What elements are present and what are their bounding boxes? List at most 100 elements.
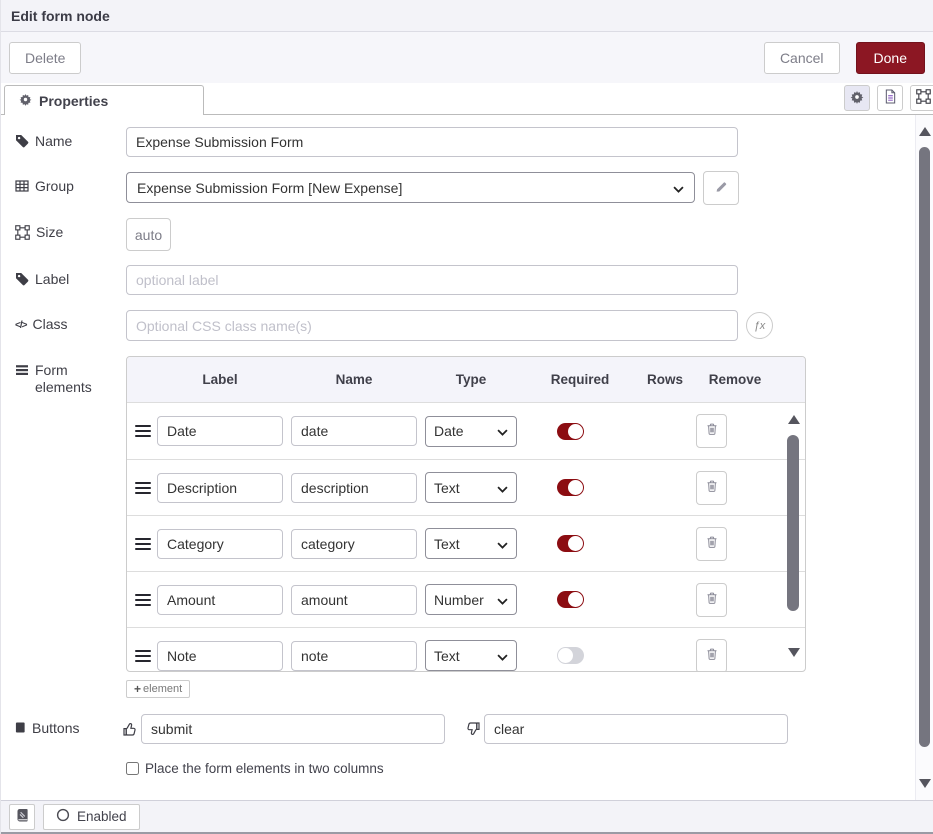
gear-icon [19,93,32,109]
book-icon [16,808,29,826]
edit-group-button[interactable] [703,171,739,205]
group-select-value: Expense Submission Form [New Expense] [137,180,673,196]
scrollbar-thumb[interactable] [919,147,930,747]
element-type-select[interactable]: Text [425,640,517,671]
submit-button-input[interactable] [141,714,445,744]
element-type-select[interactable]: Number [425,584,517,615]
node-description-button[interactable] [877,85,903,111]
remove-element-button[interactable] [696,583,727,617]
two-columns-checkbox[interactable] [126,762,139,775]
delete-button[interactable]: Delete [9,42,81,74]
chevron-down-icon [497,423,508,439]
chevron-down-icon [497,536,508,552]
drag-handle-icon[interactable] [135,594,151,606]
element-row: Text [127,515,805,571]
label-label: Label [35,271,69,288]
trash-icon [705,535,719,553]
fx-expression-button[interactable]: ƒx [746,312,773,339]
scroll-down-arrow[interactable] [788,648,800,657]
element-name-input[interactable] [291,416,417,446]
form-elements-label: Form elements [35,362,115,396]
chevron-down-icon [497,592,508,608]
gear-icon [850,90,864,107]
elements-table-scrollbar [786,409,801,665]
trash-icon [705,591,719,609]
class-input[interactable] [126,310,738,341]
drag-handle-icon[interactable] [135,650,151,662]
element-label-input[interactable] [157,529,283,559]
required-toggle[interactable] [557,647,584,664]
node-help-button[interactable] [9,804,35,830]
element-type-select[interactable]: Date [425,416,517,447]
element-name-input[interactable] [291,641,417,671]
trash-icon [705,422,719,440]
scroll-up-arrow[interactable] [788,415,800,424]
element-row: Number [127,571,805,627]
class-label: Class [32,316,67,333]
header-rows: Rows [633,372,697,387]
scroll-up-arrow[interactable] [919,127,931,136]
remove-element-button[interactable] [696,414,727,448]
required-toggle[interactable] [557,423,584,440]
cancel-button[interactable]: Cancel [764,42,840,74]
header-label: Label [157,372,283,387]
node-properties-button[interactable] [844,85,870,111]
object-group-icon [916,89,931,107]
node-appearance-button[interactable] [910,85,933,111]
dialog-titlebar: Edit form node [1,0,933,32]
element-type-value: Text [434,536,497,552]
add-element-button[interactable]: +element [126,680,190,698]
enabled-label: Enabled [77,809,127,824]
element-label-input[interactable] [157,416,283,446]
trash-icon [705,647,719,665]
element-type-value: Text [434,480,497,496]
form-elements-row: Form elements Label Name Type Required R… [15,356,933,698]
size-label-group: Size [15,218,126,241]
element-type-value: Number [434,592,497,608]
thumbs-down-icon [465,721,481,742]
enabled-toggle-button[interactable]: Enabled [43,804,140,830]
size-button[interactable]: auto [126,218,171,251]
chevron-down-icon [497,480,508,496]
group-label-group: Group [15,172,126,195]
scroll-down-arrow[interactable] [919,779,931,788]
group-select[interactable]: Expense Submission Form [New Expense] [126,172,695,203]
element-row: Date [127,403,805,459]
form-elements-widget: Label Name Type Required Rows Remove Dat [126,356,806,698]
element-label-input[interactable] [157,641,283,671]
size-row: Size auto [15,218,933,251]
buttons-row: Buttons [15,714,933,744]
element-name-input[interactable] [291,529,417,559]
name-input[interactable] [126,127,738,157]
required-toggle[interactable] [557,479,584,496]
name-label: Name [35,133,72,150]
drag-handle-icon[interactable] [135,425,151,437]
trash-icon [705,479,719,497]
element-label-input[interactable] [157,473,283,503]
drag-handle-icon[interactable] [135,482,151,494]
scrollbar-thumb[interactable] [787,435,799,611]
remove-element-button[interactable] [696,527,727,561]
clear-button-input[interactable] [484,714,788,744]
element-type-select[interactable]: Text [425,472,517,503]
label-label-group: Label [15,265,126,288]
label-row: Label [15,265,933,295]
required-toggle[interactable] [557,591,584,608]
label-input[interactable] [126,265,738,295]
tab-properties[interactable]: Properties [4,85,204,115]
done-button[interactable]: Done [856,42,925,74]
tag-icon [15,133,29,148]
drag-handle-icon[interactable] [135,538,151,550]
required-toggle[interactable] [557,535,584,552]
element-label-input[interactable] [157,585,283,615]
element-name-input[interactable] [291,585,417,615]
main-scrollbar [915,115,933,800]
code-icon: </> [15,316,26,334]
buttons-label: Buttons [32,720,79,737]
remove-element-button[interactable] [696,471,727,505]
elements-table-body: Date Text Text [127,403,805,671]
element-type-select[interactable]: Text [425,528,517,559]
two-columns-row: Place the form elements in two columns [126,761,933,776]
remove-element-button[interactable] [696,639,727,672]
element-name-input[interactable] [291,473,417,503]
